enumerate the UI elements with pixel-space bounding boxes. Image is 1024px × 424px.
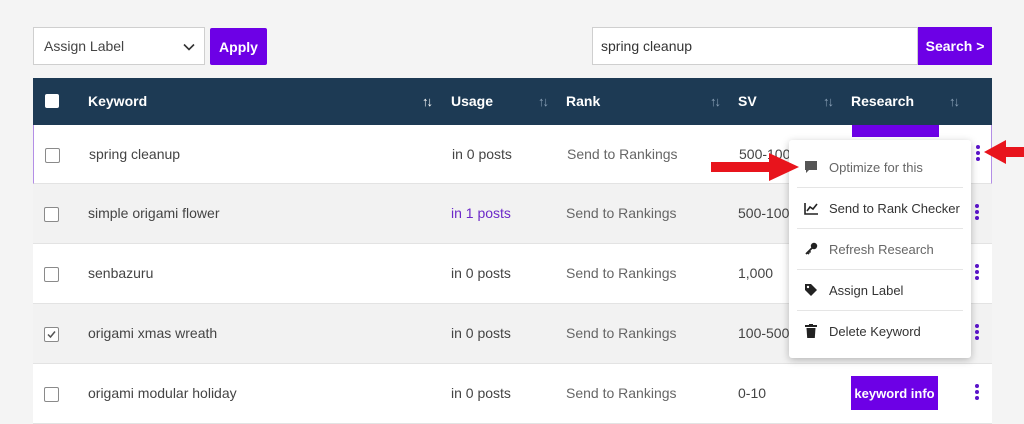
menu-item-label: Refresh Research	[829, 241, 934, 257]
sort-usage-icon[interactable]: ↑↓	[538, 78, 549, 125]
column-header-rank[interactable]: Rank	[566, 78, 600, 125]
tag-icon	[803, 282, 819, 298]
sort-rank-icon[interactable]: ↑↓	[710, 78, 721, 125]
line-chart-icon	[803, 200, 819, 216]
menu-item-delete-keyword[interactable]: Delete Keyword	[797, 311, 963, 351]
menu-item-send-to-rank-checker[interactable]: Send to Rank Checker	[797, 188, 963, 229]
keyword-info-button[interactable]: keyword info	[851, 376, 938, 410]
row-checkbox-checked[interactable]	[44, 327, 59, 342]
sv-cell: 0-10	[738, 385, 767, 401]
row-checkbox[interactable]	[45, 148, 60, 163]
send-to-rankings-link[interactable]: Send to Rankings	[567, 125, 678, 184]
menu-item-label: Assign Label	[829, 282, 904, 298]
keyword-cell: origami xmas wreath	[88, 325, 218, 341]
sv-cell: 1,000	[738, 265, 774, 281]
column-header-keyword[interactable]: Keyword	[88, 78, 147, 125]
send-to-rankings-link[interactable]: Send to Rankings	[566, 244, 677, 303]
toolbar: Assign Label Apply spring cleanup Search…	[33, 27, 992, 67]
checkmark-icon	[47, 331, 56, 339]
row-checkbox[interactable]	[44, 387, 59, 402]
chevron-down-icon	[183, 43, 195, 51]
search-button[interactable]: Search >	[918, 27, 992, 65]
table-row: origami modular holiday in 0 posts Send …	[33, 364, 992, 424]
sort-keyword-icon[interactable]: ↑↓	[422, 78, 433, 125]
sv-cell: 100-500	[738, 325, 790, 341]
column-header-research[interactable]: Research	[851, 78, 914, 125]
assign-label-select-value: Assign Label	[44, 38, 125, 54]
search-input[interactable]: spring cleanup	[592, 27, 918, 65]
usage-cell: in 0 posts	[452, 146, 512, 162]
trash-icon	[803, 323, 819, 339]
send-to-rankings-link[interactable]: Send to Rankings	[566, 304, 677, 363]
sort-research-icon[interactable]: ↑↓	[949, 78, 960, 125]
row-checkbox[interactable]	[44, 267, 59, 282]
row-context-menu: Optimize for this Send to Rank Checker R…	[789, 140, 971, 358]
usage-link[interactable]: in 1 posts	[451, 184, 511, 243]
usage-cell: in 0 posts	[451, 325, 511, 341]
menu-item-label: Optimize for this	[829, 159, 923, 175]
row-menu-icon[interactable]	[973, 204, 981, 224]
keyword-cell: spring cleanup	[89, 146, 181, 162]
annotation-arrow-right-icon	[711, 153, 799, 181]
sort-sv-icon[interactable]: ↑↓	[823, 78, 834, 125]
usage-cell: in 0 posts	[451, 265, 511, 281]
row-menu-icon[interactable]	[973, 324, 981, 344]
keyword-info-button[interactable]	[852, 125, 939, 137]
menu-item-assign-label[interactable]: Assign Label	[797, 270, 963, 311]
menu-item-label: Delete Keyword	[829, 323, 921, 339]
row-checkbox[interactable]	[44, 207, 59, 222]
menu-item-optimize[interactable]: Optimize for this	[797, 147, 963, 188]
key-icon	[803, 241, 819, 257]
send-to-rankings-link[interactable]: Send to Rankings	[566, 184, 677, 243]
send-to-rankings-link[interactable]: Send to Rankings	[566, 364, 677, 423]
menu-item-refresh-research[interactable]: Refresh Research	[797, 229, 963, 270]
keyword-cell: origami modular holiday	[88, 385, 237, 401]
keyword-cell: senbazuru	[88, 265, 154, 281]
select-all-checkbox[interactable]	[45, 94, 59, 108]
assign-label-select[interactable]: Assign Label	[33, 27, 205, 65]
comment-icon	[803, 159, 819, 175]
usage-cell: in 0 posts	[451, 385, 511, 401]
annotation-arrow-left-icon	[984, 140, 1024, 164]
row-menu-icon[interactable]	[973, 384, 981, 404]
menu-item-label: Send to Rank Checker	[829, 200, 960, 216]
column-header-sv[interactable]: SV	[738, 78, 757, 125]
apply-button[interactable]: Apply	[210, 28, 267, 65]
keyword-cell: simple origami flower	[88, 205, 220, 221]
row-menu-icon[interactable]	[973, 264, 981, 284]
table-header: Keyword ↑↓ Usage ↑↓ Rank ↑↓ SV ↑↓ Resear…	[33, 78, 992, 125]
row-menu-icon[interactable]	[974, 145, 982, 165]
column-header-usage[interactable]: Usage	[451, 78, 493, 125]
